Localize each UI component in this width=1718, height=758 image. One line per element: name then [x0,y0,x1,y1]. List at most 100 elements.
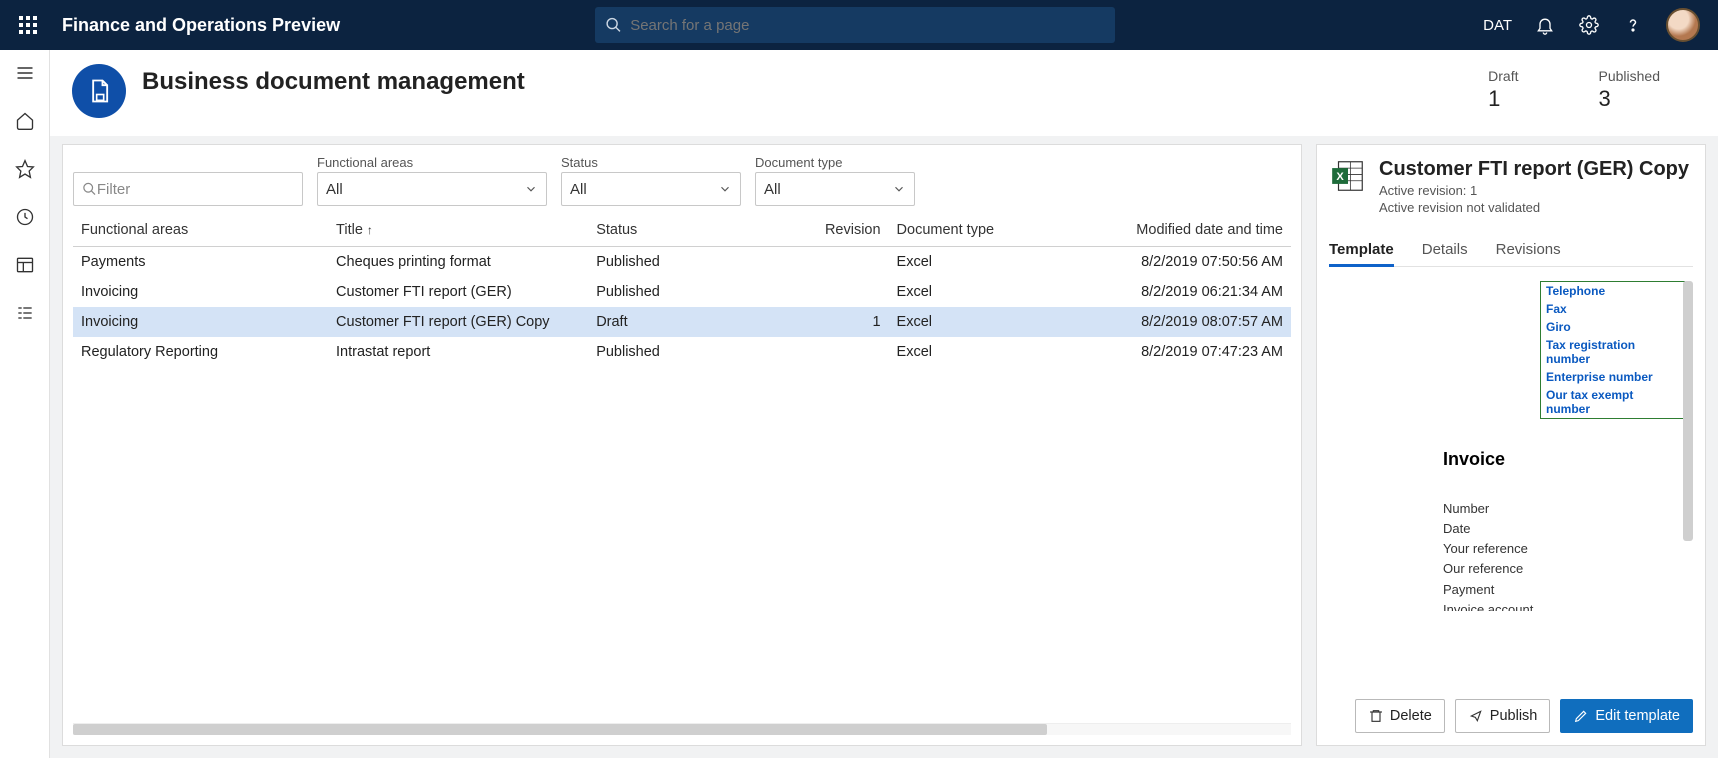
help-icon[interactable] [1622,14,1644,36]
modules-icon[interactable] [14,302,36,324]
preview-header-field: Telephone [1541,282,1684,300]
user-avatar[interactable] [1666,8,1700,42]
notifications-icon[interactable] [1534,14,1556,36]
preview-invoice-field: Our reference [1443,559,1533,579]
recent-icon[interactable] [14,206,36,228]
global-search-input[interactable] [630,17,1105,34]
button-label: Publish [1490,708,1538,724]
stat-label: Draft [1488,68,1518,84]
preview-invoice-heading: Invoice [1443,449,1505,470]
preview-header-field: Our tax exempt number [1541,386,1684,418]
preview-header-field: Fax [1541,300,1684,318]
status-dropdown[interactable]: All [561,172,741,206]
cell-document-type: Excel [889,337,1082,367]
favorites-icon[interactable] [14,158,36,180]
dd-label: Functional areas [317,155,547,170]
home-icon[interactable] [14,110,36,132]
cell-document-type: Excel [889,307,1082,337]
stat-published[interactable]: Published 3 [1599,68,1661,112]
cell-title: Customer FTI report (GER) [328,277,588,307]
chevron-down-icon [524,182,538,196]
nav-rail [0,50,50,758]
settings-icon[interactable] [1578,14,1600,36]
cell-revision [781,337,889,367]
vertical-scrollbar[interactable] [1683,281,1693,541]
page-title: Business document management [142,68,525,96]
chevron-down-icon [892,182,906,196]
col-status[interactable]: Status [588,214,781,247]
preview-header-field: Enterprise number [1541,368,1684,386]
button-label: Delete [1390,708,1432,724]
cell-revision: 1 [781,307,889,337]
page-header: Business document management Draft 1 Pub… [50,50,1718,136]
cell-functional-area: Payments [73,247,328,278]
publish-button[interactable]: Publish [1455,699,1551,733]
cell-revision [781,277,889,307]
cell-title: Cheques printing format [328,247,588,278]
documents-table: Functional areas Title↑ Status Revision … [73,214,1291,367]
edit-template-button[interactable]: Edit template [1560,699,1693,733]
col-title[interactable]: Title↑ [328,214,588,247]
global-search[interactable] [595,7,1115,43]
table-row[interactable]: Regulatory ReportingIntrastat reportPubl… [73,337,1291,367]
preview-invoice-field: Number [1443,499,1533,519]
cell-modified: 8/2/2019 07:50:56 AM [1081,247,1291,278]
cell-document-type: Excel [889,277,1082,307]
cell-functional-area: Regulatory Reporting [73,337,328,367]
sort-ascending-icon: ↑ [367,223,373,237]
workspaces-icon[interactable] [14,254,36,276]
stat-draft[interactable]: Draft 1 [1488,68,1518,112]
cell-revision [781,247,889,278]
preview-invoice-field: Invoice account [1443,600,1533,611]
search-icon [605,16,622,34]
tab-revisions[interactable]: Revisions [1496,235,1561,266]
preview-header-field: Giro [1541,318,1684,336]
edit-icon [1573,708,1589,724]
cell-modified: 8/2/2019 07:47:23 AM [1081,337,1291,367]
filter-input-wrap[interactable] [73,172,303,206]
delete-button[interactable]: Delete [1355,699,1445,733]
preview-header-field: Tax registration number [1541,336,1684,368]
horizontal-scrollbar[interactable] [73,723,1291,735]
filter-icon [82,181,97,197]
app-title: Finance and Operations Preview [62,15,340,36]
functional-areas-dropdown[interactable]: All [317,172,547,206]
col-modified[interactable]: Modified date and time [1081,214,1291,247]
stat-label: Published [1599,68,1661,84]
cell-status: Published [588,277,781,307]
stat-value: 3 [1599,86,1661,112]
preview-invoice-field: Your reference [1443,539,1533,559]
company-picker[interactable]: DAT [1483,17,1512,34]
document-type-dropdown[interactable]: All [755,172,915,206]
col-revision[interactable]: Revision [781,214,889,247]
cell-functional-area: Invoicing [73,307,328,337]
table-row[interactable]: InvoicingCustomer FTI report (GER)Publis… [73,277,1291,307]
tab-template[interactable]: Template [1329,235,1394,267]
col-functional-areas[interactable]: Functional areas [73,214,328,247]
chevron-down-icon [718,182,732,196]
dd-label: Document type [755,155,915,170]
template-preview: TelephoneFaxGiroTax registration numberE… [1329,281,1693,611]
app-launcher-icon[interactable] [12,9,44,41]
detail-title: Customer FTI report (GER) Copy [1379,157,1689,181]
detail-subtitle: Active revision: 1 [1379,183,1689,198]
filter-input[interactable] [97,181,294,198]
table-row[interactable]: InvoicingCustomer FTI report (GER) CopyD… [73,307,1291,337]
svg-text:X: X [1336,171,1344,183]
excel-icon: X [1329,157,1367,195]
dd-value: All [326,181,343,198]
cell-functional-area: Invoicing [73,277,328,307]
detail-subtitle: Active revision not validated [1379,200,1689,215]
trash-icon [1368,708,1384,724]
preview-invoice-field: Payment [1443,580,1533,600]
cell-title: Intrastat report [328,337,588,367]
table-row[interactable]: PaymentsCheques printing formatPublished… [73,247,1291,278]
tab-details[interactable]: Details [1422,235,1468,266]
hamburger-icon[interactable] [14,62,36,84]
dd-value: All [764,181,781,198]
topbar: Finance and Operations Preview DAT [0,0,1718,50]
documents-panel: Functional areas All Status All [62,144,1302,746]
cell-title: Customer FTI report (GER) Copy [328,307,588,337]
dd-value: All [570,181,587,198]
col-document-type[interactable]: Document type [889,214,1082,247]
